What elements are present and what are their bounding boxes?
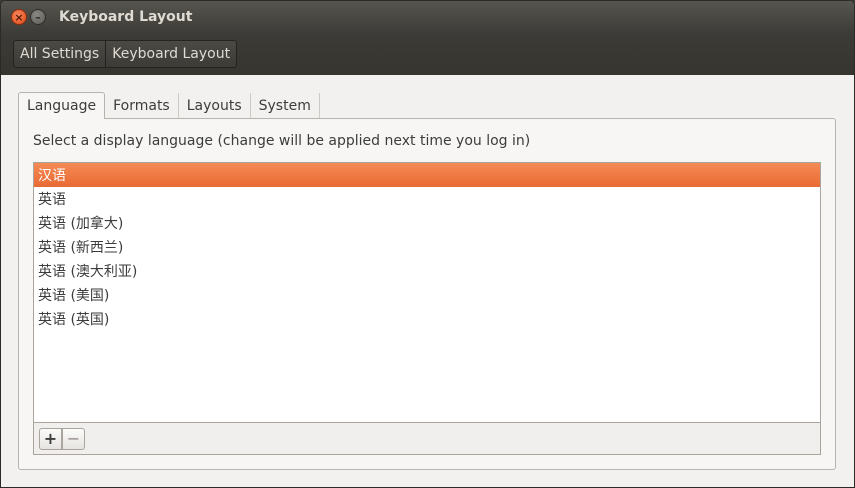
list-toolbar: + − xyxy=(33,423,821,455)
list-item[interactable]: 英语 (英国) xyxy=(34,307,820,331)
minimize-button[interactable]: – xyxy=(30,9,46,25)
tab-formats[interactable]: Formats xyxy=(105,93,179,119)
toolbar: All Settings Keyboard Layout xyxy=(1,34,854,75)
title-bar[interactable]: × – Keyboard Layout xyxy=(1,1,854,34)
minus-icon: − xyxy=(66,429,81,448)
instruction-label: Select a display language (change will b… xyxy=(33,133,531,149)
window-title: Keyboard Layout xyxy=(59,9,193,25)
list-item[interactable]: 英语 (澳大利亚) xyxy=(34,259,820,283)
list-item[interactable]: 英语 xyxy=(34,187,820,211)
breadcrumb: All Settings Keyboard Layout xyxy=(13,40,238,68)
list-item[interactable]: 英语 (新西兰) xyxy=(34,235,820,259)
close-button[interactable]: × xyxy=(11,9,27,25)
language-panel: Select a display language (change will b… xyxy=(18,118,836,470)
add-language-button[interactable]: + xyxy=(39,428,62,450)
tab-layouts[interactable]: Layouts xyxy=(179,93,251,119)
list-item[interactable]: 汉语 xyxy=(34,163,820,187)
tab-system[interactable]: System xyxy=(251,93,320,119)
plus-icon: + xyxy=(43,429,58,448)
settings-window: × – Keyboard Layout All Settings Keyboar… xyxy=(0,0,855,488)
close-icon: × xyxy=(14,10,24,24)
minimize-icon: – xyxy=(35,10,41,24)
remove-language-button[interactable]: − xyxy=(62,428,85,450)
breadcrumb-keyboard-layout[interactable]: Keyboard Layout xyxy=(105,41,236,67)
list-item[interactable]: 英语 (美国) xyxy=(34,283,820,307)
tab-language[interactable]: Language xyxy=(18,92,106,119)
breadcrumb-all-settings[interactable]: All Settings xyxy=(14,41,105,67)
language-list[interactable]: 汉语 英语 英语 (加拿大) 英语 (新西兰) 英语 (澳大利亚) 英语 (美国… xyxy=(33,162,821,423)
tab-bar: Language Formats Layouts System xyxy=(18,92,320,119)
list-item[interactable]: 英语 (加拿大) xyxy=(34,211,820,235)
